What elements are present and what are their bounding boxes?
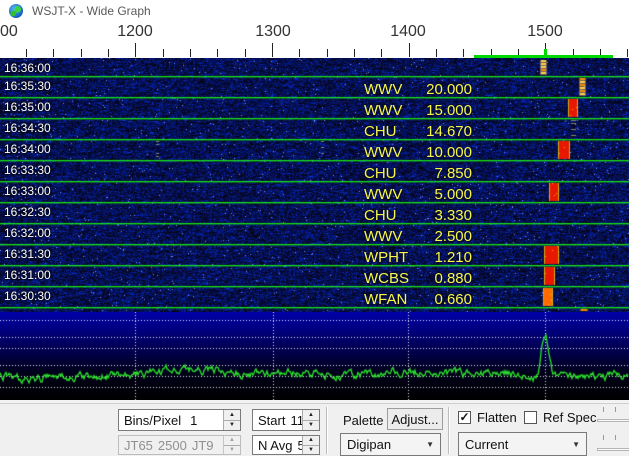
palette-label: Palette	[343, 413, 383, 428]
spin-down-icon[interactable]: ▼	[303, 420, 319, 431]
bins-per-pixel-text: Bins/Pixel 1	[119, 410, 223, 430]
scale-tick	[217, 49, 218, 57]
ref-spec-checkbox-box[interactable]	[524, 411, 537, 424]
wide-graph-window: WSJT-X - Wide Graph 00 1200 1300 1400 1500 1…	[0, 0, 629, 456]
spec-select[interactable]: Current ▼	[458, 432, 587, 456]
waterfall-display[interactable]	[0, 58, 629, 312]
spin-up-icon: ▲	[224, 436, 240, 445]
bins-per-pixel-value: 1	[190, 413, 197, 428]
scale-tick	[108, 49, 109, 57]
frequency-scale: 00 1200 1300 1400 1500	[0, 22, 629, 58]
spin-up-icon[interactable]: ▲	[303, 410, 319, 420]
freq-label: 1500	[527, 23, 563, 41]
start-hz-text: Start 1100 Hz	[253, 410, 302, 430]
dropdown-arrow-icon: ▼	[426, 440, 434, 449]
start-hz-spinner[interactable]: Start 1100 Hz ▲▼	[252, 409, 320, 431]
scale-tick	[463, 49, 464, 57]
group-divider	[448, 407, 450, 454]
scale-tick	[381, 49, 382, 57]
scale-tick	[53, 49, 54, 57]
titlebar[interactable]: WSJT-X - Wide Graph	[0, 0, 629, 22]
zero-slider[interactable]	[597, 448, 629, 451]
scale-tick	[436, 49, 437, 57]
spinner-buttons[interactable]: ▲▼	[302, 410, 319, 430]
spinner-buttons: ▲▼	[223, 436, 240, 454]
gain-slider-ticks	[603, 407, 616, 412]
scale-tick	[272, 43, 273, 57]
bins-per-pixel-spinner[interactable]: Bins/Pixel 1 ▲▼	[118, 409, 241, 431]
control-panel: Bins/Pixel 1 ▲▼ Start 1100 Hz ▲▼ JT65 25…	[0, 403, 629, 456]
scale-tick	[627, 49, 628, 57]
scale-tick	[327, 49, 328, 57]
freq-label: 1200	[117, 23, 153, 41]
start-value: 1100	[290, 413, 302, 428]
scale-tick	[245, 49, 246, 57]
ref-spec-checkbox[interactable]: Ref Spec	[524, 410, 596, 425]
scale-tick	[135, 43, 136, 57]
scale-tick	[354, 49, 355, 57]
scale-tick	[163, 49, 164, 57]
checkmark-icon: ✓	[459, 411, 469, 423]
scale-tick	[299, 49, 300, 57]
scale-tick	[190, 49, 191, 57]
zero-slider-ticks	[603, 435, 616, 440]
group-divider	[326, 407, 328, 454]
jt65-jt9-split-text: JT65 2500 JT9	[119, 436, 223, 454]
spinner-buttons[interactable]: ▲▼	[223, 410, 240, 430]
flatten-checkbox-box[interactable]: ✓	[458, 411, 471, 424]
split-left-label: JT65	[124, 438, 153, 453]
spin-up-icon[interactable]: ▲	[303, 436, 319, 445]
jt65-jt9-split-spinner: JT65 2500 JT9 ▲▼	[118, 435, 241, 455]
rx-freq-marker	[544, 49, 547, 58]
spec-select-value: Current	[465, 437, 508, 452]
n-avg-spinner[interactable]: N Avg 5 ▲▼	[252, 435, 320, 455]
freq-label: 1400	[390, 23, 426, 41]
start-label: Start	[258, 413, 285, 428]
flatten-checkbox[interactable]: ✓ Flatten	[458, 410, 517, 425]
spectrum-display[interactable]	[0, 312, 629, 400]
freq-label: 1300	[255, 23, 291, 41]
palette-select[interactable]: Digipan ▼	[340, 433, 441, 456]
scale-tick	[81, 49, 82, 57]
dropdown-arrow-icon: ▼	[572, 440, 580, 449]
n-avg-label: N Avg	[258, 438, 292, 453]
gain-slider[interactable]	[597, 419, 629, 422]
spin-down-icon: ▼	[224, 445, 240, 455]
freq-label: 00	[0, 23, 18, 41]
flatten-label: Flatten	[477, 410, 517, 425]
spin-down-icon[interactable]: ▼	[224, 420, 240, 431]
palette-select-value: Digipan	[347, 437, 391, 452]
split-value: 2500	[158, 438, 187, 453]
window-title: WSJT-X - Wide Graph	[32, 4, 151, 18]
spin-down-icon[interactable]: ▼	[303, 445, 319, 455]
scale-tick	[409, 43, 410, 57]
spinner-buttons[interactable]: ▲▼	[302, 436, 319, 454]
ref-spec-label: Ref Spec	[543, 410, 596, 425]
scale-tick	[26, 49, 27, 57]
split-right-label: JT9	[192, 438, 214, 453]
wsjtx-app-icon	[9, 4, 23, 18]
waterfall: 16:36:0016:35:3016:35:0016:34:3016:34:00…	[0, 58, 629, 312]
bins-per-pixel-label: Bins/Pixel	[124, 413, 181, 428]
adjust-button[interactable]: Adjust...	[387, 408, 443, 430]
spin-up-icon[interactable]: ▲	[224, 410, 240, 420]
n-avg-text: N Avg 5	[253, 436, 302, 454]
